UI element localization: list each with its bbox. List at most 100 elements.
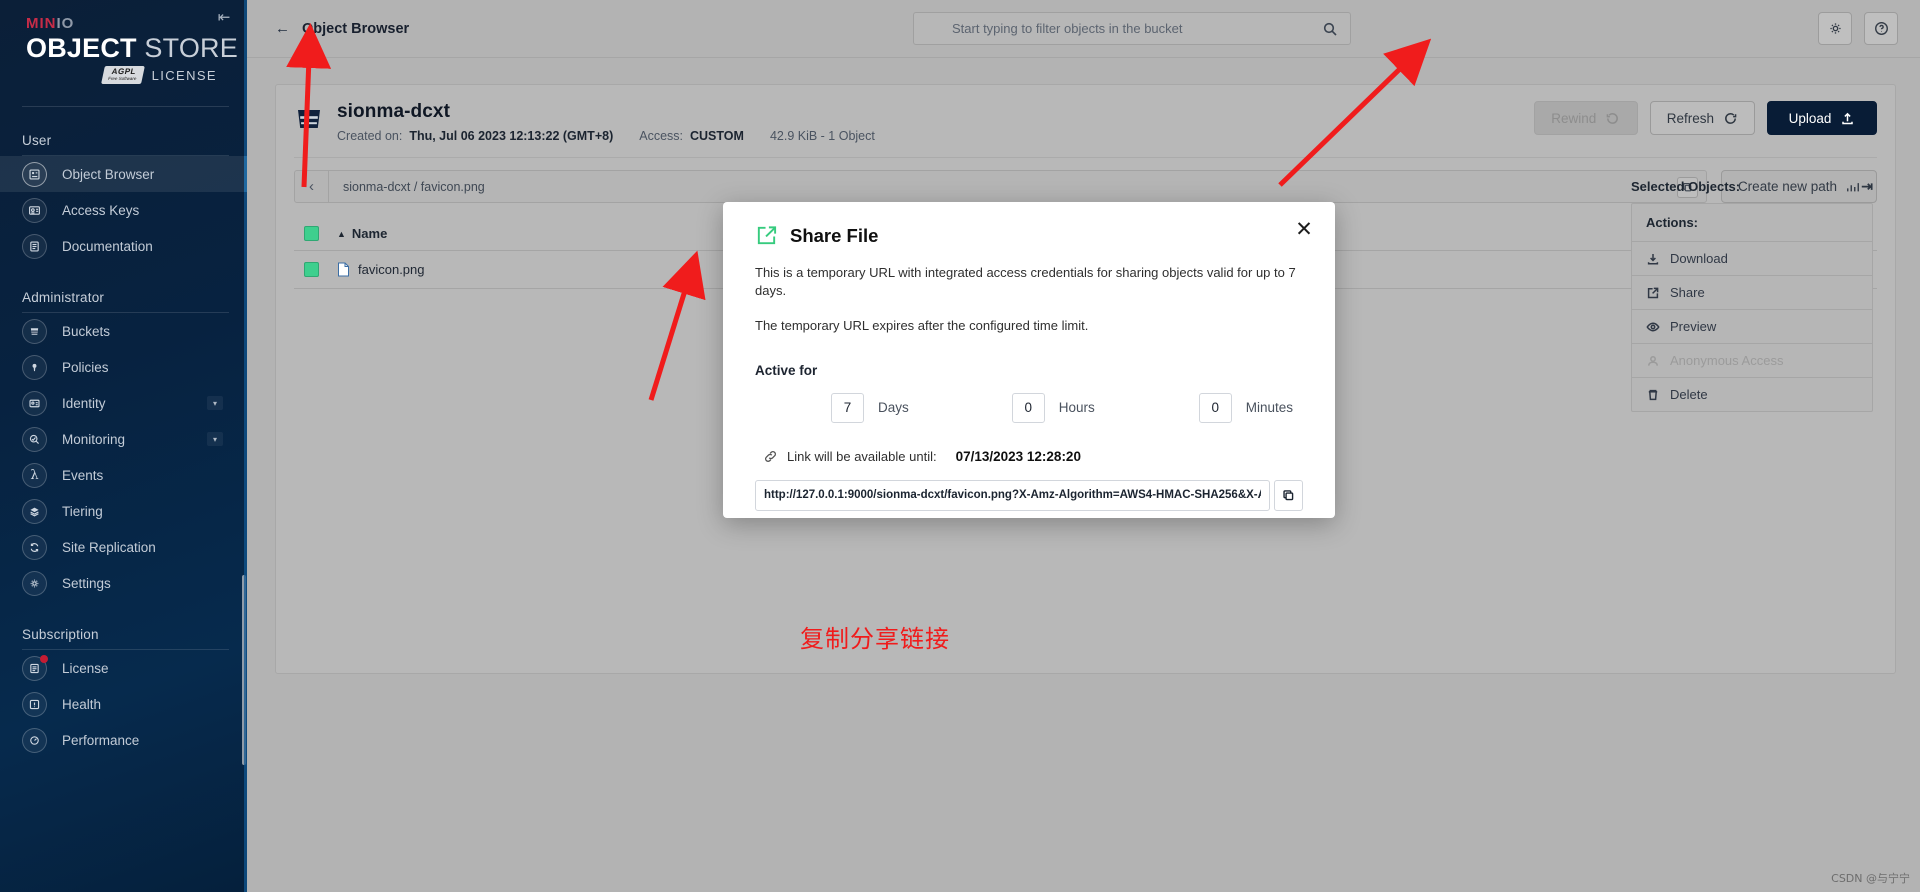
minio-wordmark-io: IO xyxy=(56,15,75,32)
actions-title: Actions: xyxy=(1632,204,1872,242)
created-on-label: Created on: xyxy=(337,129,403,143)
sidebar-item-label: Object Browser xyxy=(62,166,155,182)
sidebar-logo: MINIO OBJECT STORE AGPL Free Software LI… xyxy=(0,0,247,85)
hours-label: Hours xyxy=(1058,400,1095,416)
license-notification-badge xyxy=(40,654,48,663)
chevron-down-icon[interactable]: ▾ xyxy=(207,396,223,411)
sidebar-item-label: Events xyxy=(62,467,104,483)
sidebar-item-site-replication[interactable]: Site Replication xyxy=(0,529,247,565)
row-select-checkbox[interactable] xyxy=(304,262,319,277)
rewind-button[interactable]: Rewind xyxy=(1533,101,1638,135)
action-label: Preview xyxy=(1670,319,1717,334)
action-preview[interactable]: Preview xyxy=(1632,310,1872,344)
sidebar-section-user: User xyxy=(22,133,52,149)
path-breadcrumb-box: ‹ sionma-dcxt / favicon.png xyxy=(294,170,1707,203)
sidebar-item-access-keys[interactable]: Access Keys xyxy=(0,192,247,228)
breadcrumb[interactable]: sionma-dcxt / favicon.png xyxy=(329,180,485,194)
search-icon xyxy=(1322,21,1338,42)
sidebar-item-object-browser[interactable]: Object Browser xyxy=(0,156,247,193)
object-name-cell: favicon.png xyxy=(337,262,425,277)
sidebar-item-monitoring[interactable]: Monitoring ▾ xyxy=(0,421,247,457)
column-header-name[interactable]: ▲ Name xyxy=(337,226,387,241)
bucket-header: sionma-dcxt Created on: Thu, Jul 06 2023… xyxy=(276,85,1895,157)
sidebar-item-events[interactable]: λ Events xyxy=(0,457,247,493)
days-label: Days xyxy=(878,400,909,416)
object-store-title: OBJECT STORE xyxy=(26,34,238,62)
action-label: Download xyxy=(1670,251,1728,266)
selected-objects-title: Selected Objects: xyxy=(1631,178,1741,194)
dialog-paragraph-1: This is a temporary URL with integrated … xyxy=(755,265,1296,299)
active-for-label: Active for xyxy=(755,362,818,378)
refresh-button[interactable]: Refresh xyxy=(1649,101,1755,135)
object-store-light: STORE xyxy=(144,33,238,63)
sidebar-item-license[interactable]: License xyxy=(0,650,247,686)
share-icon xyxy=(1647,287,1659,298)
sidebar-item-label: Monitoring xyxy=(62,431,126,447)
minutes-group: 0 Minutes xyxy=(1198,392,1294,423)
agpl-badge-sub: Free Software xyxy=(108,76,138,82)
minutes-input[interactable]: 0 xyxy=(1198,392,1232,423)
monitoring-icon xyxy=(22,426,47,452)
copy-url-button[interactable] xyxy=(1274,479,1303,511)
sidebar-item-label: Buckets xyxy=(62,323,111,339)
sidebar-item-label: Identity xyxy=(62,395,106,411)
select-all-checkbox[interactable] xyxy=(304,226,319,241)
sidebar-item-identity[interactable]: Identity ▾ xyxy=(0,385,247,421)
object-name-label: favicon.png xyxy=(358,262,425,277)
sidebar-item-tiering[interactable]: Tiering xyxy=(0,493,247,529)
site-replication-icon xyxy=(22,534,47,560)
arrow-left-icon: ← xyxy=(275,20,290,37)
topbar: ← Object Browser Start typing to filter … xyxy=(247,0,1920,58)
tiering-icon xyxy=(22,498,47,524)
back-to-object-browser[interactable]: ← Object Browser xyxy=(275,20,409,37)
sidebar-item-health[interactable]: Health xyxy=(0,686,247,722)
health-icon xyxy=(22,691,47,717)
chevron-left-icon[interactable]: ‹ xyxy=(295,171,329,202)
sidebar-item-label: Performance xyxy=(62,732,140,748)
search-input[interactable]: Start typing to filter objects in the bu… xyxy=(913,12,1351,45)
settings-button[interactable] xyxy=(1818,12,1852,45)
main-area: ← Object Browser Start typing to filter … xyxy=(247,0,1920,892)
sidebar-item-policies[interactable]: Policies xyxy=(0,349,247,385)
sidebar-item-label: License xyxy=(62,660,109,676)
action-label: Anonymous Access xyxy=(1670,353,1784,368)
sidebar-item-buckets[interactable]: Buckets xyxy=(0,313,247,349)
identity-icon xyxy=(22,390,47,416)
bucket-info: sionma-dcxt Created on: Thu, Jul 06 2023… xyxy=(337,101,875,143)
access-value: CUSTOM xyxy=(690,129,744,143)
sidebar-item-documentation[interactable]: Documentation xyxy=(0,228,247,264)
close-icon[interactable]: ✕ xyxy=(1291,216,1317,242)
watermark: CSDN @与宁宁 xyxy=(1831,872,1910,885)
chevron-down-icon[interactable]: ▾ xyxy=(207,432,223,447)
sidebar-item-label: Tiering xyxy=(62,503,103,519)
action-share[interactable]: Share xyxy=(1632,276,1872,310)
expand-panel-icon[interactable]: ⇥ xyxy=(1861,178,1873,195)
sort-ascending-icon: ▲ xyxy=(337,228,346,239)
help-button[interactable] xyxy=(1864,12,1898,45)
search-placeholder: Start typing to filter objects in the bu… xyxy=(952,21,1183,36)
link-icon xyxy=(763,449,778,464)
action-delete[interactable]: Delete xyxy=(1632,378,1872,411)
link-availability-label: Link will be available until: xyxy=(787,448,937,464)
sidebar-item-settings[interactable]: Settings xyxy=(0,565,247,601)
sidebar-item-performance[interactable]: Performance xyxy=(0,722,247,758)
topbar-actions xyxy=(1818,12,1898,45)
action-download[interactable]: Download xyxy=(1632,242,1872,276)
hours-input[interactable]: 0 xyxy=(1011,392,1045,423)
sidebar-item-label: Access Keys xyxy=(62,202,140,218)
license-icon xyxy=(22,654,48,681)
minutes-label: Minutes xyxy=(1245,400,1294,416)
documentation-icon xyxy=(22,233,47,259)
days-input[interactable]: 7 xyxy=(831,392,864,423)
selected-objects-header: Selected Objects: ⇥ xyxy=(1631,169,1873,203)
anonymous-icon xyxy=(1648,355,1658,366)
upload-button[interactable]: Upload xyxy=(1767,101,1877,135)
png-file-icon xyxy=(337,262,350,277)
dialog-header: Share File xyxy=(755,224,1303,247)
gear-icon xyxy=(22,570,47,596)
link-availability-value: 07/13/2023 12:28:20 xyxy=(955,448,1081,464)
column-header-name-label: Name xyxy=(351,226,388,241)
policy-icon xyxy=(22,354,47,380)
share-url-input[interactable]: http://127.0.0.1:9000/sionma-dcxt/favico… xyxy=(755,479,1270,511)
bucket-metadata: Created on: Thu, Jul 06 2023 12:13:22 (G… xyxy=(337,129,875,143)
